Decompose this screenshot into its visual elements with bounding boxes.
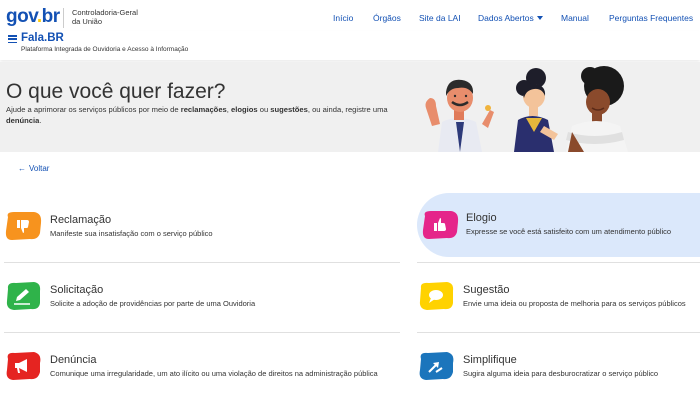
option-sugestao[interactable]: Sugestão Envie uma ideia ou proposta de … [417,265,700,329]
org-line-2: da União [72,17,103,26]
thumbs-up-icon [422,211,459,239]
organization-name: Controladoria-Geral da União [72,8,142,26]
app-title[interactable]: Fala.BR [21,32,64,44]
nav-label: Início [333,13,354,23]
govbr-logo[interactable]: gov.br [6,7,60,27]
option-title: Sugestão [463,284,510,296]
banner-text-bold: elogios [231,105,258,114]
app-bar: Fala.BR Plataforma Integrada de Ouvidori… [0,31,700,60]
woman-figure [514,68,558,152]
option-description: Sugira alguma ideia para desburocratizar… [463,369,659,378]
page-title: O que você quer fazer? [6,80,226,103]
back-link-label: Voltar [29,164,50,173]
banner-text-part: Ajude a aprimorar os serviços públicos p… [6,105,181,114]
hamburger-menu-icon[interactable] [8,35,17,44]
banner-text-bold: denúncia [6,116,40,125]
option-simplifique[interactable]: Simplifique Sugira alguma ideia para des… [417,335,700,399]
option-title: Denúncia [50,354,97,366]
nav-label: Manual [561,13,589,23]
option-description: Envie uma ideia ou proposta de melhoria … [463,299,686,308]
option-denuncia[interactable]: Denúncia Comunique uma irregularidade, u… [4,335,400,399]
row-divider [4,332,400,333]
banner-text-bold: sugestões [270,105,308,114]
option-elogio[interactable]: Elogio Expresse se você está satisfeito … [417,193,700,257]
nav-label: Perguntas Frequentes [609,13,694,23]
app-subtitle: Plataforma Integrada de Ouvidoria e Aces… [21,46,189,53]
arrow-left-icon: ← [18,164,26,173]
option-description: Manifeste sua insatisfação com o serviço… [50,229,213,238]
thumbs-down-icon [5,212,42,240]
back-link[interactable]: ← Voltar [18,164,49,173]
header-divider [63,8,64,28]
banner-text-part: ou [257,105,271,114]
speech-bubble-icon [419,282,454,310]
option-title: Elogio [466,212,497,224]
option-description: Expresse se você está satisfeito com um … [466,227,672,236]
nav-site-da-lai[interactable]: Site da LAI [419,13,461,23]
banner-text-part: , ou ainda, registre uma [307,105,388,114]
nav-label: Dados Abertos [478,13,534,23]
row-divider [4,262,400,263]
nav-label: Órgãos [373,13,401,23]
option-description: Comunique uma irregularidade, um ato ilí… [50,369,378,378]
option-title: Simplifique [463,354,517,366]
option-title: Solicitação [50,284,104,296]
banner-text-part: . [39,116,42,125]
nav-manual[interactable]: Manual [561,13,589,23]
nav-dados-abertos[interactable]: Dados Abertos [478,13,543,23]
org-line-1: Controladoria-Geral [72,8,138,17]
people-illustration [425,66,628,152]
logo-text-gov: gov [6,6,37,27]
man-figure [425,79,494,152]
curly-hair-woman-figure [566,66,628,152]
option-solicitacao[interactable]: Solicitação Solicite a adoção de providê… [4,265,400,329]
logo-text-br: br [41,6,61,27]
banner-text-bold: reclamações [180,105,227,114]
nav-orgaos[interactable]: Órgãos [373,13,401,23]
arrows-icon [419,352,454,380]
option-title: Reclamação [50,214,112,226]
nav-label: Site da LAI [419,13,461,23]
nav-perguntas-frequentes[interactable]: Perguntas Frequentes [609,13,693,23]
pencil-icon [6,282,41,310]
hero-banner: O que você quer fazer? Ajude a aprimorar… [0,62,700,152]
row-divider [417,262,700,263]
banner-description: Ajude a aprimorar os serviços públicos p… [6,104,416,126]
caret-down-icon [536,16,543,20]
option-reclamacao[interactable]: Reclamação Manifeste sua insatisfação co… [4,195,400,259]
megaphone-icon [6,352,41,380]
nav-inicio[interactable]: Início [333,13,353,23]
row-divider [417,332,700,333]
option-description: Solicite a adoção de providências por pa… [50,299,256,308]
